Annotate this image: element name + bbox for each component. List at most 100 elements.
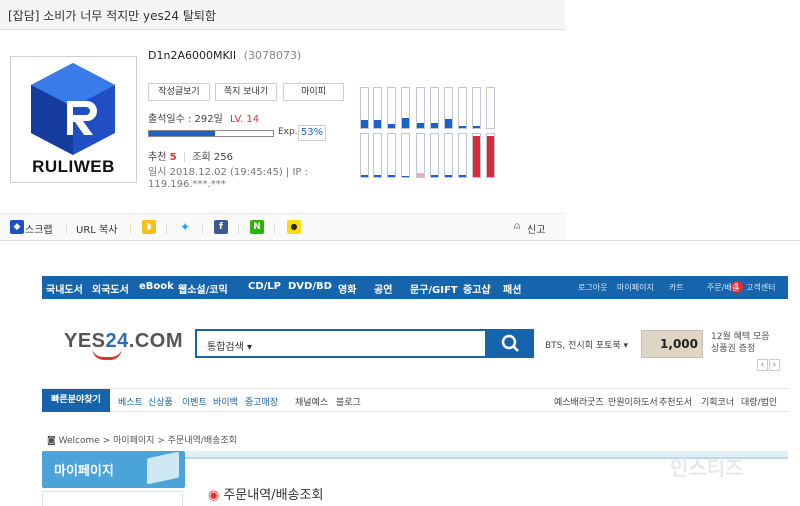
post-title-bar: [잡담] 소비가 너무 적지만 yes24 탈퇴함 bbox=[0, 0, 565, 30]
top-util-link[interactable]: 마이페이지 bbox=[617, 282, 654, 293]
activity-fill bbox=[417, 172, 424, 177]
activity-fill bbox=[431, 175, 438, 177]
sub-nav-item[interactable]: 베스트 bbox=[118, 395, 143, 408]
page-title-text: 주문내역/배송조회 bbox=[223, 488, 324, 503]
next-arrow-icon[interactable]: › bbox=[769, 359, 780, 371]
top-util-link[interactable]: 카트 bbox=[669, 282, 684, 293]
book-icon bbox=[147, 451, 179, 485]
promo-line: 12월 혜택 모음 bbox=[711, 332, 770, 342]
hot-keywords[interactable]: BTS, 전시회 포토북 ▾ bbox=[545, 338, 628, 351]
activity-fill bbox=[487, 136, 494, 177]
activity-cell bbox=[486, 133, 495, 178]
activity-cell bbox=[387, 133, 396, 178]
top-nav-item[interactable]: 공연 bbox=[374, 281, 392, 296]
top-nav-item[interactable]: 국내도서 bbox=[46, 281, 83, 296]
sub-nav-item[interactable]: 만원이하도서 bbox=[608, 395, 658, 408]
mypage-header[interactable]: 마이페이지 bbox=[42, 451, 185, 488]
sub-nav-item[interactable]: 신상품 bbox=[148, 395, 173, 408]
sub-nav-item[interactable]: 채널예스 bbox=[295, 395, 328, 408]
divider bbox=[274, 223, 275, 234]
activity-cell bbox=[401, 87, 410, 129]
sub-nav-item[interactable]: 추천도서 bbox=[659, 395, 692, 408]
hot-keywords-text[interactable]: BTS, 전시회 포토북 bbox=[545, 341, 621, 351]
quick-find-button[interactable]: 빠른분야찾기 bbox=[42, 389, 110, 412]
search-button[interactable] bbox=[487, 329, 534, 358]
activity-cell bbox=[444, 133, 453, 178]
activity-cell bbox=[472, 133, 481, 178]
activity-cell bbox=[486, 87, 495, 129]
sub-nav-item[interactable]: 예스배라굿즈 bbox=[554, 395, 604, 408]
activity-fill bbox=[361, 120, 368, 128]
twitter-icon[interactable]: ✦ bbox=[178, 220, 192, 234]
avatar[interactable]: RULIWEB bbox=[10, 56, 137, 183]
activity-cell bbox=[444, 87, 453, 129]
search-input[interactable]: 통합검색 ▾ bbox=[195, 329, 487, 358]
activity-fill bbox=[374, 175, 381, 177]
username[interactable]: D1n2A6000MKII (3078073) bbox=[148, 49, 301, 62]
send-message-button[interactable]: 쪽지 보내기 bbox=[215, 83, 277, 101]
activity-fill bbox=[361, 175, 368, 177]
kakaotalk-icon[interactable]: ● bbox=[287, 220, 301, 234]
activity-cell bbox=[458, 87, 467, 129]
watermark: 인스티즈 bbox=[670, 456, 744, 480]
top-nav-item[interactable]: 웹소설/코믹 bbox=[178, 281, 228, 296]
top-nav-item[interactable]: 외국도서 bbox=[92, 281, 129, 296]
sub-nav-item[interactable]: 바이백 bbox=[213, 395, 238, 408]
sub-nav-item[interactable]: 블로그 bbox=[336, 395, 361, 408]
home-icon: ◙ bbox=[47, 436, 59, 446]
yes24-logo[interactable]: YES24.COM bbox=[64, 330, 183, 353]
separator: | bbox=[182, 152, 187, 163]
user-id: (3078073) bbox=[243, 49, 302, 62]
top-nav-item[interactable]: 패션 bbox=[503, 281, 521, 296]
report-button[interactable]: 신고 bbox=[527, 221, 545, 236]
activity-cell bbox=[430, 87, 439, 129]
yes24-sub-nav: 빠른분야찾기 베스트 신상품 이벤트 바이백 중고매장 채널예스 블로그 예스배라굿즈 만원이하… bbox=[42, 388, 788, 412]
activity-cell bbox=[387, 87, 396, 129]
top-nav-item[interactable]: 문구/GIFT bbox=[410, 281, 458, 296]
attendance-line: 출석일수 : 292일 LV. 14 bbox=[148, 110, 259, 125]
sub-nav-item[interactable]: 기획코너 bbox=[701, 395, 734, 408]
mypi-button[interactable]: 마이피 bbox=[283, 83, 344, 101]
top-nav-item[interactable]: eBook bbox=[139, 281, 174, 292]
top-nav-item[interactable]: DVD/BD bbox=[288, 281, 332, 292]
activity-cell bbox=[360, 133, 369, 178]
prev-arrow-icon[interactable]: ‹ bbox=[757, 359, 768, 371]
url-copy-button[interactable]: URL 복사 bbox=[76, 221, 117, 236]
sub-nav-item[interactable]: 이벤트 bbox=[182, 395, 207, 408]
activity-cell bbox=[401, 133, 410, 178]
promo-text[interactable]: 12월 혜택 모음 상품권 증정 bbox=[711, 331, 770, 355]
top-util-link[interactable]: 주문/배송 bbox=[707, 282, 739, 293]
facebook-icon[interactable]: f bbox=[214, 220, 228, 234]
mypage-menu bbox=[42, 491, 183, 506]
top-nav-item[interactable]: 영화 bbox=[338, 281, 356, 296]
top-nav-item[interactable]: 중고샵 bbox=[463, 281, 491, 296]
scrap-button[interactable]: 스크랩 bbox=[25, 221, 53, 236]
activity-fill bbox=[402, 118, 409, 128]
yes24-smile-icon bbox=[92, 348, 122, 360]
top-util-link[interactable]: 로그아웃 bbox=[578, 282, 607, 293]
kakaostory-icon[interactable]: ◗ bbox=[142, 220, 156, 234]
search-icon bbox=[501, 334, 519, 352]
search-category-select[interactable]: 통합검색 ▾ bbox=[207, 338, 252, 353]
top-util-link[interactable]: 고객센터 bbox=[746, 282, 775, 293]
exp-label: Exp. bbox=[278, 127, 298, 137]
divider bbox=[166, 223, 167, 234]
stats-line: 추천 5 | 조회 256 bbox=[148, 148, 233, 163]
bell-icon: ⍝ bbox=[514, 221, 520, 232]
activity-cell bbox=[360, 87, 369, 129]
exp-fill bbox=[149, 131, 215, 136]
promo-banner[interactable]: 1,000 bbox=[641, 330, 703, 358]
activity-fill bbox=[459, 175, 466, 177]
recommend-label: 추천 bbox=[148, 152, 167, 163]
naver-icon[interactable]: N bbox=[250, 220, 264, 234]
activity-cell bbox=[416, 133, 425, 178]
activity-fill bbox=[374, 120, 381, 128]
activity-cell bbox=[472, 87, 481, 129]
view-posts-button[interactable]: 작성글보기 bbox=[148, 83, 210, 101]
sub-nav-item[interactable]: 중고매장 bbox=[245, 395, 278, 408]
sub-nav-item[interactable]: 대량/법인 bbox=[741, 395, 777, 408]
activity-cell bbox=[416, 87, 425, 129]
top-nav-item[interactable]: CD/LP bbox=[248, 281, 281, 292]
search-category-label[interactable]: 통합검색 bbox=[207, 342, 244, 353]
username-text[interactable]: D1n2A6000MKII bbox=[148, 49, 236, 62]
